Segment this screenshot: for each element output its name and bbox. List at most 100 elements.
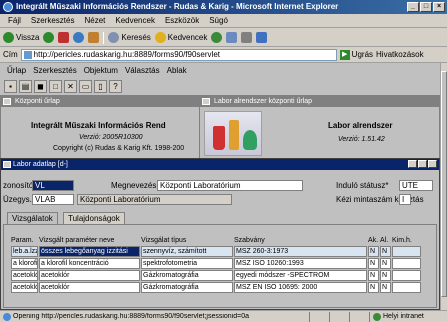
azonosito-field[interactable]: VL [32,180,74,191]
new-record-icon[interactable]: □ [49,79,62,93]
cell-param[interactable]: acetoklór [11,282,38,293]
uzegys-field[interactable]: VLAB [32,194,74,205]
exit-icon[interactable]: ◼ [34,79,47,93]
megnevezes-field[interactable]: Központi Laboratórium [157,180,303,191]
go-button[interactable]: ▶ Ugrás [339,49,373,60]
table-row[interactable]: acetoklóracetoklórGázkromatográfiaMSZ EN… [11,282,431,293]
cell-test-type[interactable]: spektrofotometria [141,258,233,269]
cell-param[interactable]: acetoklór [11,270,38,281]
copy-icon[interactable]: ▭ [79,79,92,93]
cell-param[interactable]: a klorofil [11,258,38,269]
cell-standard[interactable]: MSZ ISO 10260:1993 [234,258,367,269]
app-menu-window[interactable]: Ablak [167,64,187,77]
favorites-button[interactable]: Kedvencek [154,32,207,43]
cell-al[interactable]: N [380,270,391,281]
history-icon[interactable] [211,32,223,43]
ie-toolbar: Vissza Keresés Kedvencek [0,29,447,47]
cell-al[interactable]: N [380,246,391,257]
central-form-titlebar[interactable]: Központi űrlap [1,96,204,107]
search-button[interactable]: Keresés [108,32,151,43]
menu-edit[interactable]: Szerkesztés [31,14,75,27]
address-input[interactable]: http://pericles.rudaskarig.hu:8889/forms… [20,48,337,61]
cell-standard[interactable]: egyedi módszer -SPECTROM [234,270,367,281]
uzegys-label: Üzegys.* [3,195,36,204]
window-minimize-button[interactable] [408,160,417,168]
table-row[interactable]: leb.a.lzz összes lebegőanyag izzitási szen… [11,246,431,257]
back-button[interactable]: Vissza [3,32,39,43]
app-menu-edit[interactable]: Szerkesztés [33,64,77,77]
cell-al[interactable]: N [380,258,391,269]
print-icon[interactable]: ▤ [19,79,32,93]
labor-subsystem-titlebar[interactable]: Labor alrendszer központi űrlap [200,96,439,107]
kezi-mintaszam-field[interactable]: I [399,194,411,205]
cell-ak[interactable]: N [368,258,379,269]
links-button[interactable]: Hivatkozások [376,50,424,59]
central-form-window: Központi űrlap Integrált Műszaki Informá… [0,95,205,160]
forward-arrow-icon[interactable] [43,32,55,43]
cell-kimh[interactable] [392,282,421,293]
col-standard: Szabvány [234,237,265,244]
status-bar: Opening http://pericles.rudaskarig.hu:88… [0,310,447,322]
tab-tulajdonsagok[interactable]: Tulajdonságok [63,212,125,224]
save-icon[interactable]: ▪ [4,79,17,93]
mail-icon[interactable] [226,32,238,43]
home-icon[interactable] [88,32,100,43]
tab-vizsgalatok[interactable]: Vizsgálatok [7,212,58,224]
refresh-icon[interactable] [73,32,85,43]
cell-kimh[interactable] [392,258,421,269]
close-button[interactable]: × [433,2,445,12]
zone-cell: Helyi intranet [369,311,427,322]
cell-kimh[interactable] [392,270,421,281]
window-maximize-button[interactable] [418,160,427,168]
col-ak: Ak. [368,237,379,244]
app-toolbar: ▪ ▤ ◼ □ ✕ ▭ ▯ ? [0,78,440,94]
edit-icon[interactable] [256,32,268,43]
cell-parameter-name[interactable]: acetoklór [39,282,140,293]
menu-tools[interactable]: Eszközök [165,14,199,27]
table-row[interactable]: acetoklóracetoklórGázkromatográfiaegyedi… [11,270,431,281]
print-icon[interactable] [241,32,253,43]
cell-test-type[interactable]: Gázkromatográfia [141,270,233,281]
tests-grid: Param. Vizsgált paraméter neve Vizsgálat… [11,236,431,293]
cell-test-type[interactable]: szennyvíz, számított [141,246,233,257]
window-icon [3,161,11,168]
address-label: Cím [3,50,18,59]
back-arrow-icon [3,32,14,43]
menu-file[interactable]: Fájl [8,14,21,27]
menu-favorites[interactable]: Kedvencek [115,14,155,27]
cell-param[interactable]: leb.a.lzz [11,246,38,257]
cell-standard[interactable]: MSZ 260-3:1973 [234,246,367,257]
labor-datasheet-titlebar[interactable]: Labor adatlap [d-] [1,159,439,170]
cell-test-type[interactable]: Gázkromatográfia [141,282,233,293]
cell-standard[interactable]: MSZ EN ISO 10695: 2000 [234,282,367,293]
app-menu-select[interactable]: Választás [125,64,160,77]
stop-icon[interactable] [58,32,70,43]
ie-page-icon [3,312,11,321]
paste-icon[interactable]: ▯ [94,79,107,93]
cell-kimh[interactable] [392,246,421,257]
help-icon[interactable]: ? [109,79,122,93]
maximize-button[interactable]: □ [420,2,432,12]
cell-ak[interactable]: N [368,246,379,257]
app-menu-object[interactable]: Objektum [84,64,118,77]
minimize-button[interactable]: _ [407,2,419,12]
scrollbar-thumb[interactable] [441,71,447,297]
table-row[interactable]: a klorofil a klorofil koncentráció spektro… [11,258,431,269]
delete-record-icon[interactable]: ✕ [64,79,77,93]
cell-al[interactable]: N [380,282,391,293]
menu-view[interactable]: Nézet [84,14,105,27]
col-test-type: Vizsgálat típus [141,237,187,244]
cell-ak[interactable]: N [368,270,379,281]
indulo-status-field[interactable]: UTE [399,180,433,191]
intranet-icon [373,312,381,321]
vertical-scrollbar[interactable] [440,63,447,310]
menu-help[interactable]: Súgó [209,14,228,27]
app-menu-form[interactable]: Űrlap [7,64,26,77]
cell-parameter-name[interactable]: acetoklór [39,270,140,281]
window-icon [202,98,210,105]
window-close-button[interactable] [428,160,437,168]
lab-flasks-image [204,111,262,156]
cell-parameter-name[interactable]: a klorofil koncentráció [39,258,140,269]
cell-parameter-name[interactable]: összes lebegőanyag izzitási [39,246,140,257]
cell-ak[interactable]: N [368,282,379,293]
